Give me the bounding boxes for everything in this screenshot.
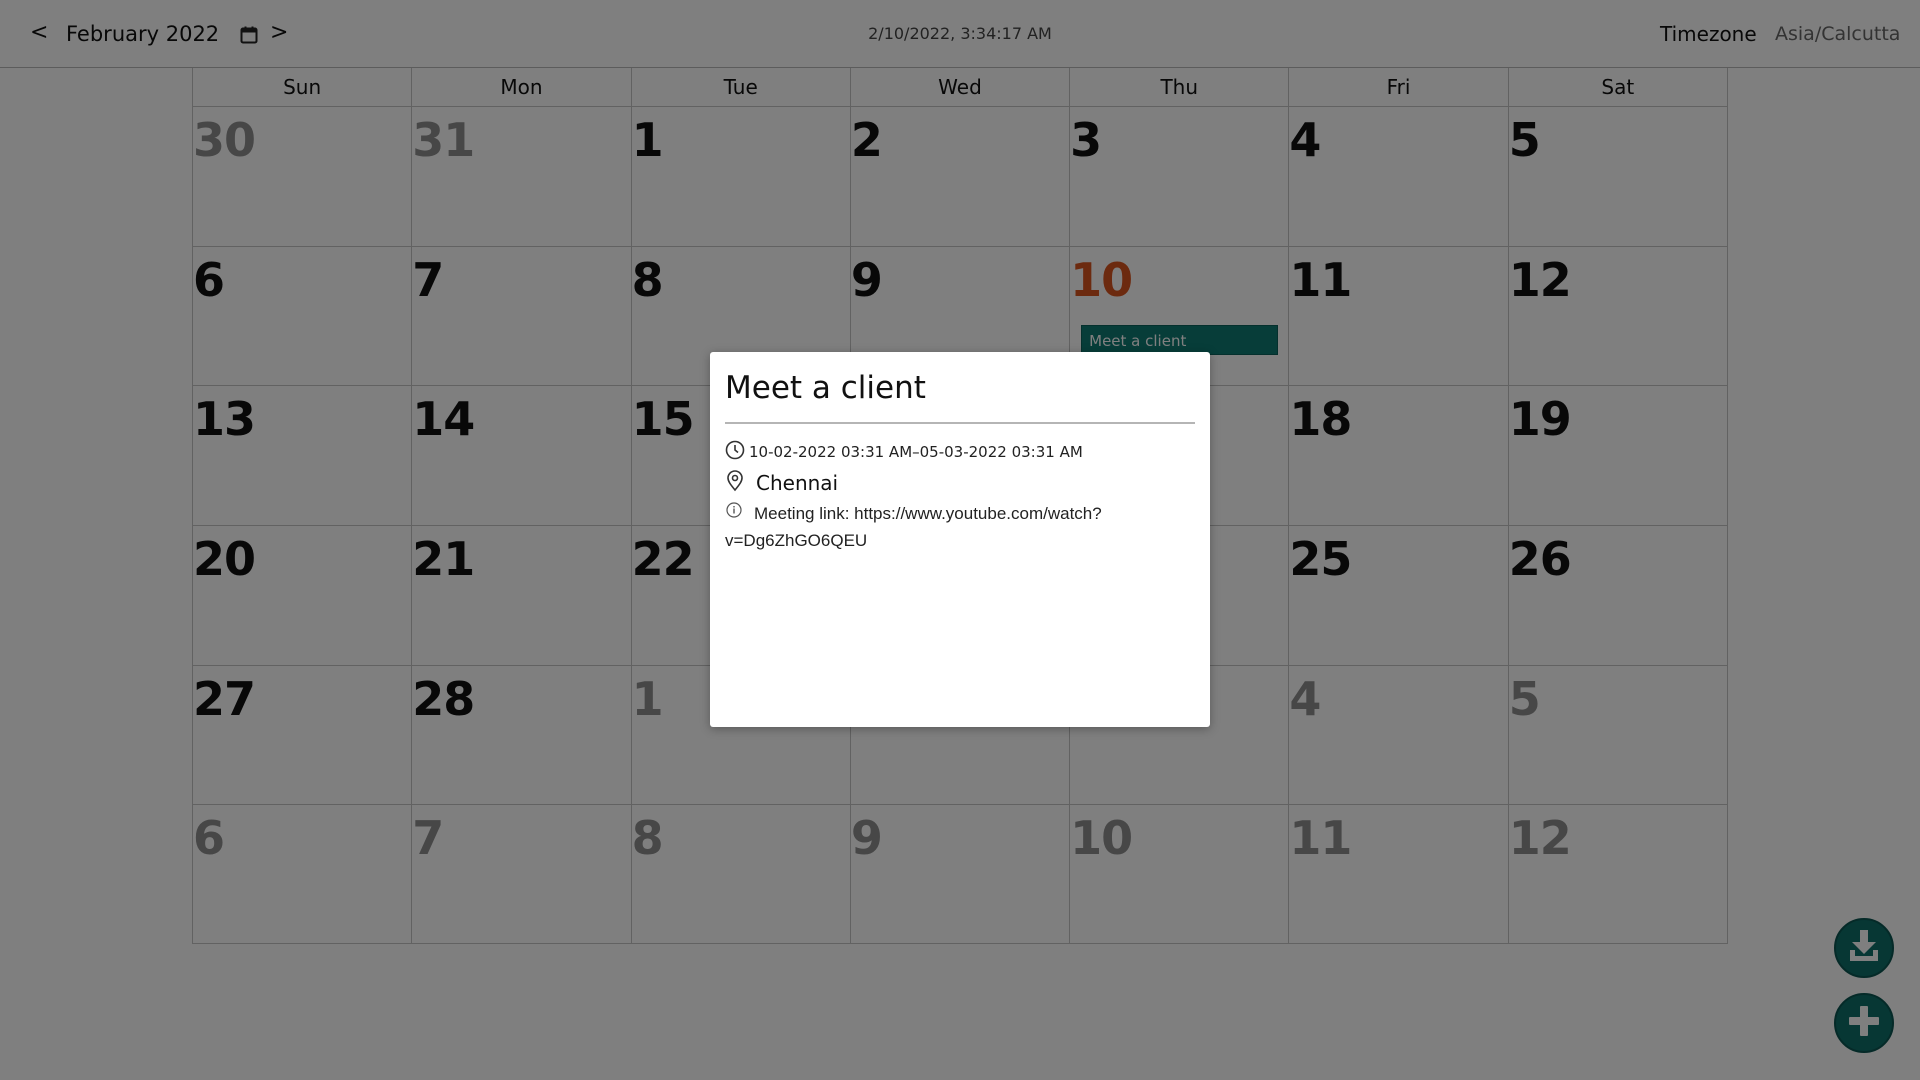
title-divider — [725, 422, 1195, 424]
event-location: Chennai — [756, 471, 839, 495]
event-time-range: 10-02-2022 03:31 AM–05-03-2022 03:31 AM — [749, 443, 1083, 461]
location-pin-icon — [725, 470, 745, 496]
event-details-modal: Meet a client 10-02-2022 03:31 AM–05-03-… — [710, 352, 1210, 727]
event-title: Meet a client — [725, 370, 926, 406]
info-icon — [725, 500, 743, 527]
clock-icon — [725, 440, 745, 464]
event-description-row: Meeting link: https://www.youtube.com/wa… — [725, 500, 1195, 554]
event-time-row: 10-02-2022 03:31 AM–05-03-2022 03:31 AM — [725, 440, 1195, 464]
event-description-line: v=Dg6ZhGO6QEU — [725, 531, 868, 550]
event-location-row: Chennai — [725, 470, 1195, 496]
event-description-line: Meeting link: https://www.youtube.com/wa… — [754, 504, 1102, 523]
